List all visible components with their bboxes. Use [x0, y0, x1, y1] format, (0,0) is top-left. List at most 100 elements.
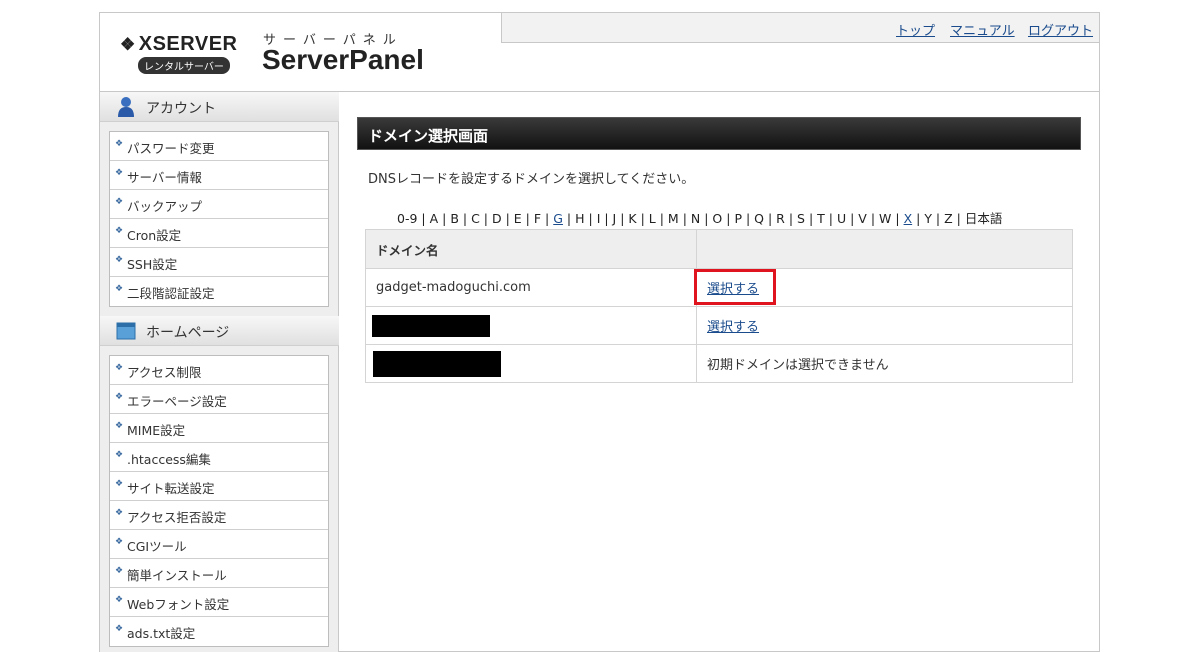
- sidebar-menu-item[interactable]: ❖ .htaccess編集: [110, 443, 328, 472]
- sidebar-menu-item[interactable]: ❖ 簡単インストール: [110, 559, 328, 588]
- alphabet-separator: |: [784, 211, 798, 226]
- alphabet-filter-item: 0-9: [397, 211, 418, 226]
- alphabet-filter-link[interactable]: G: [553, 211, 563, 226]
- sidebar-menu-item[interactable]: ❖ 二段階認証設定: [110, 277, 328, 306]
- xserver-logo[interactable]: ❖ XSERVER レンタルサーバー: [120, 31, 245, 77]
- sidebar-menu-item[interactable]: ❖ ads.txt設定: [110, 617, 328, 646]
- sidebar-menu-label: SSH設定: [127, 257, 178, 272]
- sidebar-menu-label: バックアップ: [127, 199, 203, 214]
- domain-column-header: ドメイン名: [365, 229, 697, 269]
- alphabet-separator: |: [952, 211, 965, 226]
- sidebar-menu-label: 二段階認証設定: [127, 286, 215, 301]
- intro-text: DNSレコードを設定するドメインを選択してください。: [368, 172, 695, 187]
- sidebar-menu-label: CGIツール: [127, 539, 187, 554]
- alphabet-separator: |: [458, 211, 472, 226]
- alphabet-separator: |: [912, 211, 925, 226]
- sidebar-menu-label: 簡単インストール: [127, 568, 227, 583]
- logo-wordmark: ❖ XSERVER: [120, 33, 237, 56]
- alphabet-separator: |: [584, 211, 597, 226]
- alphabet-separator: |: [636, 211, 649, 226]
- nav-manual-link[interactable]: マニュアル: [950, 20, 1015, 39]
- table-header-row: ドメイン名: [365, 229, 1073, 269]
- alphabet-filter-item: H: [575, 211, 585, 226]
- alphabet-filter-item: Q: [754, 211, 764, 226]
- alphabet-filter-item: L: [648, 211, 656, 226]
- sidebar-menu-label: MIME設定: [127, 423, 186, 438]
- sidebar-menu-item[interactable]: ❖ CGIツール: [110, 530, 328, 559]
- domain-name-redacted: [365, 306, 697, 345]
- action-column-header: [696, 229, 1073, 269]
- menu-bullet-icon: ❖: [115, 392, 124, 402]
- header: ❖ XSERVER レンタルサーバー サーバーパネル ServerPanel トッ…: [100, 13, 1099, 92]
- sidebar-menu-item[interactable]: ❖ サイト転送設定: [110, 472, 328, 501]
- sidebar-menu-label: .htaccess編集: [127, 452, 211, 467]
- alphabet-separator: |: [804, 211, 818, 226]
- action-cell-disabled: 初期ドメインは選択できません: [696, 344, 1073, 383]
- alphabet-separator: |: [722, 211, 735, 226]
- sidebar-menu-label: サイト転送設定: [127, 481, 215, 496]
- sidebar-menu-item[interactable]: ❖ サーバー情報: [110, 161, 328, 190]
- sidebar-menu-item[interactable]: ❖ Cron設定: [110, 219, 328, 248]
- sidebar-menu-item[interactable]: ❖ Webフォント設定: [110, 588, 328, 617]
- alphabet-filter-item: D: [491, 211, 502, 226]
- sidebar-menu-label: Webフォント設定: [127, 597, 230, 612]
- alphabet-separator: |: [700, 211, 713, 226]
- alphabet-filter-item: R: [776, 211, 785, 226]
- nav-top-link[interactable]: トップ: [896, 20, 935, 39]
- page-title: ドメイン選択画面: [368, 127, 489, 145]
- menu-bullet-icon: ❖: [115, 363, 124, 373]
- alphabet-filter-item: Y: [924, 211, 932, 226]
- logo-text: XSERVER: [138, 33, 238, 55]
- webpage-icon: [116, 322, 136, 340]
- alphabet-separator: |: [891, 211, 904, 226]
- sidebar-menu-item[interactable]: ❖ パスワード変更: [110, 132, 328, 161]
- sidebar-section-homepage: ホームページ: [100, 316, 339, 346]
- sidebar-menu-label: アクセス拒否設定: [127, 510, 227, 525]
- sidebar-section-account: アカウント: [100, 92, 339, 122]
- alphabet-filter-item: W: [879, 211, 892, 226]
- sidebar-menu-item[interactable]: ❖ SSH設定: [110, 248, 328, 277]
- menu-bullet-icon: ❖: [115, 624, 124, 634]
- sidebar: アカウント ❖ パスワード変更 ❖ サーバー情報 ❖ バックアップ ❖ Cron設定 ❖ SSH設…: [100, 92, 339, 652]
- select-domain-link[interactable]: 選択する: [707, 320, 759, 335]
- account-menu: ❖ パスワード変更 ❖ サーバー情報 ❖ バックアップ ❖ Cron設定 ❖ SSH設定 ❖ 二段階認…: [109, 131, 329, 307]
- alphabet-filter-item: P: [734, 211, 742, 226]
- alphabet-filter-link[interactable]: X: [904, 211, 913, 226]
- alphabet-separator: |: [600, 211, 613, 226]
- sidebar-menu-item[interactable]: ❖ MIME設定: [110, 414, 328, 443]
- sidebar-menu-label: Cron設定: [127, 228, 182, 243]
- panel-name: ServerPanel: [262, 44, 424, 75]
- menu-bullet-icon: ❖: [115, 255, 124, 265]
- alphabet-filter-item: F: [533, 211, 542, 226]
- alphabet-filter-item: A: [429, 211, 439, 226]
- sidebar-menu-item[interactable]: ❖ バックアップ: [110, 190, 328, 219]
- sidebar-section-title: ホームページ: [146, 325, 230, 341]
- sidebar-menu-item[interactable]: ❖ エラーページ設定: [110, 385, 328, 414]
- sidebar-menu-item[interactable]: ❖ アクセス拒否設定: [110, 501, 328, 530]
- alphabet-separator: |: [764, 211, 777, 226]
- domain-name: gadget-madoguchi.com: [365, 268, 697, 307]
- menu-bullet-icon: ❖: [115, 450, 124, 460]
- alphabet-separator: |: [562, 211, 576, 226]
- alphabet-filter-item: M: [667, 211, 679, 226]
- sidebar-menu-label: ads.txt設定: [127, 626, 196, 641]
- sidebar-menu-item[interactable]: ❖ アクセス制限: [110, 356, 328, 385]
- menu-bullet-icon: ❖: [115, 139, 124, 149]
- logo-badge: レンタルサーバー: [138, 57, 230, 74]
- logo-diamond-icon: ❖: [120, 35, 136, 54]
- sidebar-section-title: アカウント: [146, 101, 216, 117]
- alphabet-separator: |: [866, 211, 880, 226]
- alphabet-filter-item: V: [858, 211, 867, 226]
- menu-bullet-icon: ❖: [115, 168, 124, 178]
- menu-bullet-icon: ❖: [115, 595, 124, 605]
- alphabet-filter-item: C: [471, 211, 480, 226]
- menu-bullet-icon: ❖: [115, 226, 124, 236]
- nav-logout-link[interactable]: ログアウト: [1028, 20, 1093, 39]
- table-row: 初期ドメインは選択できません: [365, 344, 1073, 383]
- menu-bullet-icon: ❖: [115, 421, 124, 431]
- alphabet-separator: |: [501, 211, 514, 226]
- alphabet-separator: |: [741, 211, 755, 226]
- alphabet-filter-item: B: [450, 211, 459, 226]
- alphabet-separator: |: [541, 211, 554, 226]
- alphabet-separator: |: [824, 211, 837, 226]
